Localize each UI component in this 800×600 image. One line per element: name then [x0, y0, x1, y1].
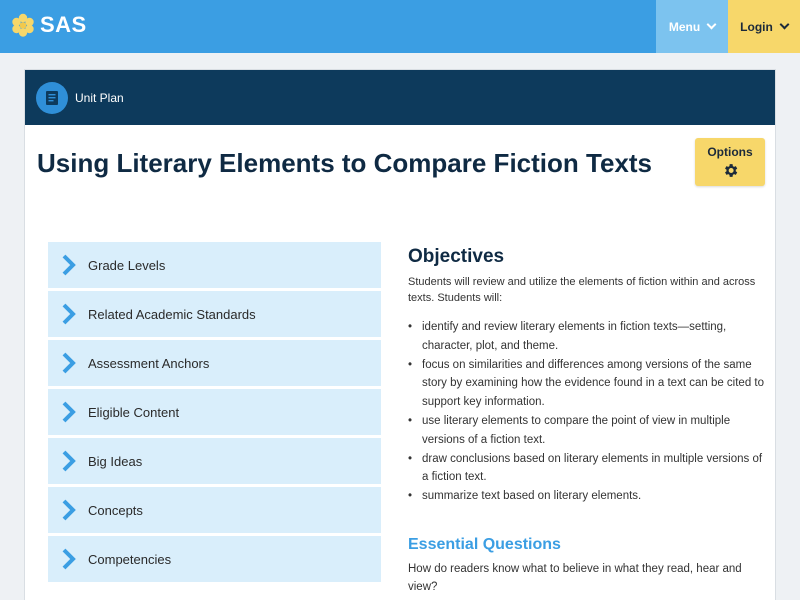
unit-plan-header: Unit Plan — [25, 70, 775, 125]
accordion-item-related-academic-standards[interactable]: Related Academic Standards — [48, 291, 381, 337]
options-label: Options — [707, 145, 753, 159]
accordion-item-label: Related Academic Standards — [88, 306, 256, 322]
objective-item: summarize text based on literary element… — [408, 487, 768, 506]
objectives-list: identify and review literary elements in… — [408, 318, 768, 506]
sas-logo[interactable]: SAS — [10, 12, 87, 38]
unit-plan-label: Unit Plan — [75, 90, 124, 105]
options-button[interactable]: Options — [695, 138, 765, 186]
chevron-down-icon — [779, 19, 790, 30]
accordion-item-big-ideas[interactable]: Big Ideas — [48, 438, 381, 484]
chevron-right-icon — [60, 449, 78, 473]
unit-details-accordion: Grade Levels Related Academic Standards … — [48, 242, 381, 585]
accordion-item-assessment-anchors[interactable]: Assessment Anchors — [48, 340, 381, 386]
accordion-item-grade-levels[interactable]: Grade Levels — [48, 242, 381, 288]
page-title: Using Literary Elements to Compare Ficti… — [37, 148, 652, 178]
menu-label: Menu — [668, 19, 701, 34]
unit-plan-card: Unit Plan Using Literary Elements to Com… — [24, 69, 776, 600]
chevron-down-icon — [706, 19, 717, 30]
chevron-right-icon — [60, 547, 78, 571]
flower-logo-icon — [12, 13, 34, 37]
objective-item: focus on similarities and differences am… — [408, 356, 768, 412]
objectives-heading: Objectives — [408, 246, 505, 267]
login-label: Login — [740, 19, 773, 34]
objectives-intro: Students will review and utilize the ele… — [408, 276, 756, 304]
objective-item: use literary elements to compare the poi… — [408, 412, 768, 450]
essential-questions-heading: Essential Questions — [408, 535, 561, 553]
essential-question-text: How do readers know what to believe in w… — [408, 562, 742, 593]
menu-button[interactable]: Menu — [656, 0, 728, 53]
accordion-item-eligible-content[interactable]: Eligible Content — [48, 389, 381, 435]
chevron-right-icon — [60, 351, 78, 375]
gear-icon — [724, 164, 737, 177]
accordion-item-label: Competencies — [88, 551, 172, 567]
accordion-item-label: Grade Levels — [88, 257, 166, 273]
objective-item: identify and review literary elements in… — [408, 318, 768, 356]
objective-item: draw conclusions based on literary eleme… — [408, 450, 768, 488]
login-button[interactable]: Login — [728, 0, 800, 53]
chevron-right-icon — [60, 498, 78, 522]
objectives-section: Objectives Students will review and util… — [408, 246, 768, 596]
accordion-item-label: Eligible Content — [88, 404, 180, 420]
accordion-item-label: Assessment Anchors — [88, 355, 210, 371]
chevron-right-icon — [60, 302, 78, 326]
document-icon — [36, 81, 68, 114]
top-navigation-bar: SAS Menu Login — [0, 0, 800, 53]
chevron-right-icon — [60, 253, 78, 277]
logo-text: SAS — [40, 12, 87, 37]
accordion-item-label: Concepts — [88, 502, 143, 518]
accordion-item-concepts[interactable]: Concepts — [48, 487, 381, 533]
accordion-item-label: Big Ideas — [88, 453, 143, 469]
chevron-right-icon — [60, 400, 78, 424]
accordion-item-competencies[interactable]: Competencies — [48, 536, 381, 582]
